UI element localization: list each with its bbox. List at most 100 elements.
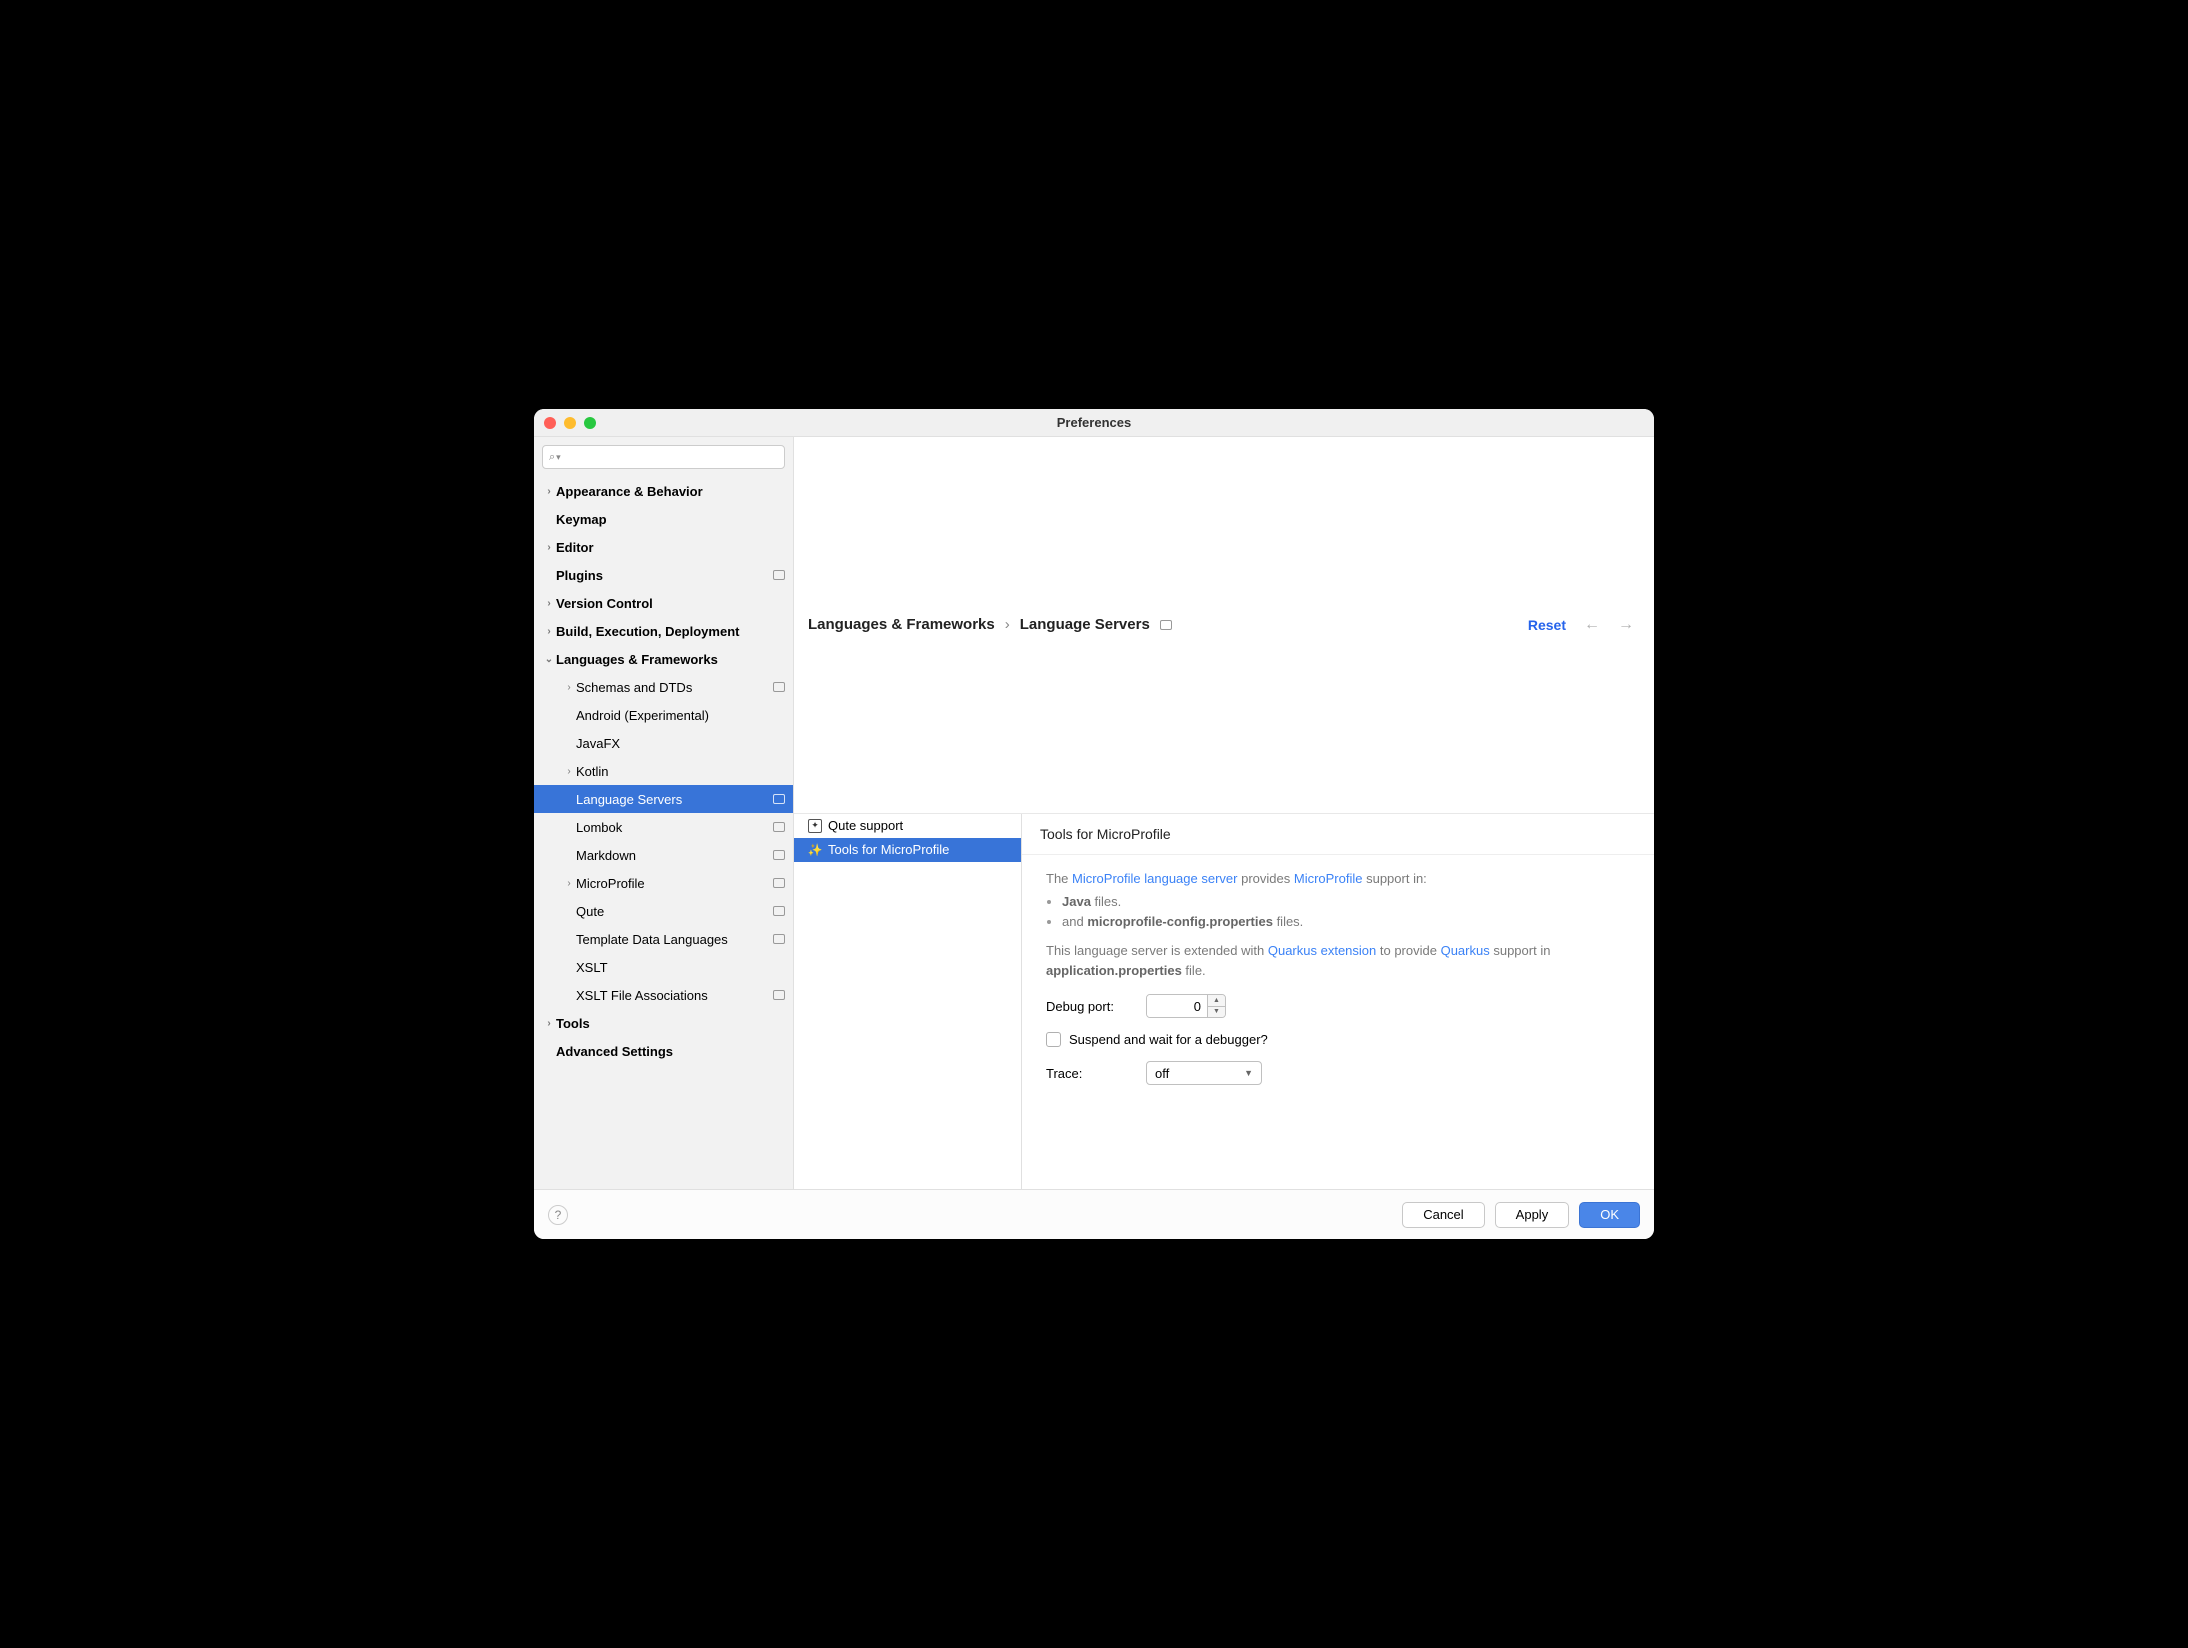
ok-button[interactable]: OK bbox=[1579, 1202, 1640, 1228]
nav-arrows: ← → bbox=[1584, 616, 1634, 634]
debug-port-label: Debug port: bbox=[1046, 999, 1134, 1014]
tree-item-qute[interactable]: Qute bbox=[534, 897, 793, 925]
detail-panel: Tools for MicroProfile The MicroProfile … bbox=[1022, 814, 1654, 1190]
tree-item-label: XSLT bbox=[576, 960, 785, 975]
minimize-window-button[interactable] bbox=[564, 417, 576, 429]
microprofile-ls-link[interactable]: MicroProfile language server bbox=[1072, 871, 1237, 886]
trace-label: Trace: bbox=[1046, 1066, 1134, 1081]
window-title: Preferences bbox=[534, 415, 1654, 430]
tree-item-label: Language Servers bbox=[576, 792, 773, 807]
tree-item-markdown[interactable]: Markdown bbox=[534, 841, 793, 869]
suspend-label: Suspend and wait for a debugger? bbox=[1069, 1032, 1268, 1047]
tree-item-editor[interactable]: ›Editor bbox=[534, 533, 793, 561]
trace-value: off bbox=[1155, 1066, 1169, 1081]
disclosure-icon: ⌄ bbox=[542, 654, 556, 665]
disclosure-icon: › bbox=[562, 878, 576, 889]
tree-item-android-experimental[interactable]: Android (Experimental) bbox=[534, 701, 793, 729]
tree-item-xslt[interactable]: XSLT bbox=[534, 953, 793, 981]
reset-link[interactable]: Reset bbox=[1528, 617, 1566, 633]
tree-item-language-servers[interactable]: Language Servers bbox=[534, 785, 793, 813]
tree-item-label: JavaFX bbox=[576, 736, 785, 751]
spinner-up-icon[interactable]: ▲ bbox=[1208, 995, 1225, 1007]
tree-item-javafx[interactable]: JavaFX bbox=[534, 729, 793, 757]
sidebar: ⌕▾ ›Appearance & BehaviorKeymap›EditorPl… bbox=[534, 437, 794, 1189]
body: ⌕▾ ›Appearance & BehaviorKeymap›EditorPl… bbox=[534, 437, 1654, 1189]
text: files. bbox=[1273, 914, 1303, 929]
tree-item-tools[interactable]: ›Tools bbox=[534, 1009, 793, 1037]
tree-item-label: XSLT File Associations bbox=[576, 988, 773, 1003]
text: files. bbox=[1091, 894, 1121, 909]
text: to provide bbox=[1376, 943, 1440, 958]
footer: ? Cancel Apply OK bbox=[534, 1189, 1654, 1239]
trace-select[interactable]: off ▼ bbox=[1146, 1061, 1262, 1085]
scope-badge-icon bbox=[773, 878, 785, 888]
titlebar: Preferences bbox=[534, 409, 1654, 437]
quarkus-link[interactable]: Quarkus bbox=[1441, 943, 1490, 958]
close-window-button[interactable] bbox=[544, 417, 556, 429]
debug-port-input[interactable] bbox=[1147, 995, 1207, 1017]
text: and bbox=[1062, 914, 1087, 929]
tree-item-lombok[interactable]: Lombok bbox=[534, 813, 793, 841]
tree-item-plugins[interactable]: Plugins bbox=[534, 561, 793, 589]
tree-item-xslt-file-associations[interactable]: XSLT File Associations bbox=[534, 981, 793, 1009]
microprofile-link[interactable]: MicroProfile bbox=[1294, 871, 1363, 886]
help-button[interactable]: ? bbox=[548, 1205, 568, 1225]
tree-item-label: MicroProfile bbox=[576, 876, 773, 891]
tree-item-advanced-settings[interactable]: Advanced Settings bbox=[534, 1037, 793, 1065]
list-item: and microprofile-config.properties files… bbox=[1062, 912, 1630, 932]
zoom-window-button[interactable] bbox=[584, 417, 596, 429]
disclosure-icon: › bbox=[542, 486, 556, 497]
breadcrumb-parent[interactable]: Languages & Frameworks bbox=[808, 616, 995, 633]
tree-item-kotlin[interactable]: ›Kotlin bbox=[534, 757, 793, 785]
description: The MicroProfile language server provide… bbox=[1022, 855, 1654, 985]
tree-item-microprofile[interactable]: ›MicroProfile bbox=[534, 869, 793, 897]
preferences-window: Preferences ⌕▾ ›Appearance & BehaviorKey… bbox=[534, 409, 1654, 1239]
disclosure-icon: › bbox=[542, 598, 556, 609]
spinner-arrows: ▲ ▼ bbox=[1207, 995, 1225, 1017]
spinner-down-icon[interactable]: ▼ bbox=[1208, 1007, 1225, 1018]
text: application.properties bbox=[1046, 963, 1182, 978]
back-icon[interactable]: ← bbox=[1584, 616, 1600, 634]
debug-port-row: Debug port: ▲ ▼ bbox=[1022, 988, 1654, 1024]
chevron-down-icon: ▼ bbox=[1244, 1068, 1253, 1078]
text: microprofile-config.properties bbox=[1087, 914, 1273, 929]
scope-badge-icon bbox=[773, 794, 785, 804]
tree-item-languages-frameworks[interactable]: ⌄Languages & Frameworks bbox=[534, 645, 793, 673]
suspend-checkbox[interactable] bbox=[1046, 1032, 1061, 1047]
scope-badge-icon bbox=[773, 682, 785, 692]
tree-item-keymap[interactable]: Keymap bbox=[534, 505, 793, 533]
tree-item-version-control[interactable]: ›Version Control bbox=[534, 589, 793, 617]
tree-item-build-execution-deployment[interactable]: ›Build, Execution, Deployment bbox=[534, 617, 793, 645]
tree-item-schemas-and-dtds[interactable]: ›Schemas and DTDs bbox=[534, 673, 793, 701]
main-header: Languages & Frameworks › Language Server… bbox=[794, 437, 1654, 814]
tree-item-label: Languages & Frameworks bbox=[556, 652, 785, 667]
tree-item-label: Lombok bbox=[576, 820, 773, 835]
tree-item-label: Markdown bbox=[576, 848, 773, 863]
disclosure-icon: › bbox=[542, 1018, 556, 1029]
tree-item-label: Tools bbox=[556, 1016, 785, 1031]
tree-item-label: Kotlin bbox=[576, 764, 785, 779]
text: provides bbox=[1237, 871, 1293, 886]
disclosure-icon: › bbox=[542, 626, 556, 637]
disclosure-icon: › bbox=[562, 766, 576, 777]
scope-badge-icon bbox=[773, 934, 785, 944]
tree-item-label: Build, Execution, Deployment bbox=[556, 624, 785, 639]
forward-icon[interactable]: → bbox=[1618, 616, 1634, 634]
tree-item-appearance-behavior[interactable]: ›Appearance & Behavior bbox=[534, 477, 793, 505]
search-input[interactable]: ⌕▾ bbox=[542, 445, 785, 469]
sparkle-icon: ✨ bbox=[808, 843, 822, 857]
scope-badge-icon bbox=[1160, 620, 1172, 630]
text: support in: bbox=[1362, 871, 1426, 886]
cancel-button[interactable]: Cancel bbox=[1402, 1202, 1484, 1228]
debug-port-spinner[interactable]: ▲ ▼ bbox=[1146, 994, 1226, 1018]
server-item-qute-support[interactable]: ✦Qute support bbox=[794, 814, 1021, 838]
quarkus-extension-link[interactable]: Quarkus extension bbox=[1268, 943, 1376, 958]
apply-button[interactable]: Apply bbox=[1495, 1202, 1570, 1228]
tree-item-label: Advanced Settings bbox=[556, 1044, 785, 1059]
server-item-tools-for-microprofile[interactable]: ✨Tools for MicroProfile bbox=[794, 838, 1021, 862]
breadcrumb-current: Language Servers bbox=[1020, 616, 1150, 633]
scope-badge-icon bbox=[773, 822, 785, 832]
tree-item-label: Qute bbox=[576, 904, 773, 919]
tree-item-template-data-languages[interactable]: Template Data Languages bbox=[534, 925, 793, 953]
list-item: Java files. bbox=[1062, 892, 1630, 912]
